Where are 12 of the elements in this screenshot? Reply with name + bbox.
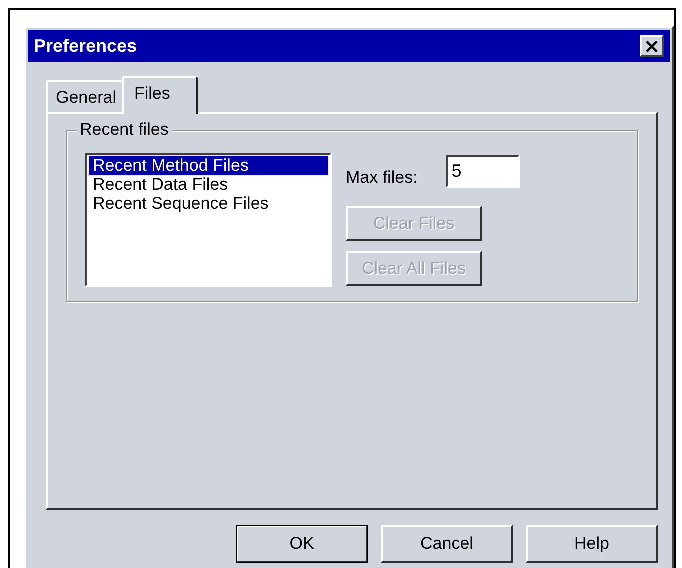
close-button[interactable]: ×	[640, 35, 664, 57]
list-item[interactable]: Recent Sequence Files	[89, 194, 328, 213]
dialog-button[interactable]: OK	[236, 525, 368, 563]
tab[interactable]: General	[46, 80, 124, 112]
list-item[interactable]: Recent Method Files	[89, 156, 328, 175]
dialog-button[interactable]: Cancel	[381, 525, 513, 563]
max-files-field[interactable]: 5	[446, 155, 520, 188]
list-item[interactable]: Recent Data Files	[89, 175, 328, 194]
window-title: Preferences	[34, 36, 138, 56]
tab[interactable]: Files	[122, 76, 198, 114]
dialog-button[interactable]: Help	[526, 525, 658, 563]
max-files-label: Max files:	[346, 168, 418, 188]
